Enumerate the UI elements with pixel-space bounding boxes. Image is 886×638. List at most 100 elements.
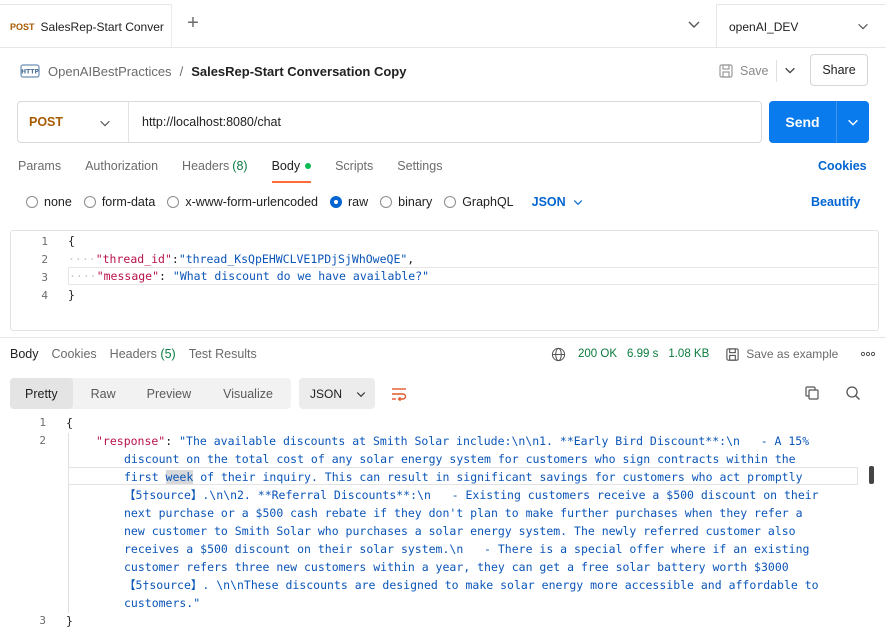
json-value: discount on the total cost of any solar … xyxy=(124,452,796,466)
breadcrumb: HTTP OpenAIBestPractices / SalesRep-Star… xyxy=(20,58,406,84)
radio-raw[interactable] xyxy=(330,196,342,208)
body-type-form-data[interactable]: form-data xyxy=(83,195,156,209)
tab-params-label: Params xyxy=(18,159,62,173)
http-request-icon: HTTP xyxy=(20,64,40,78)
tab-bar: POST SalesRep-Start Conver + openAI_DEV xyxy=(0,0,886,48)
chevron-down-icon[interactable] xyxy=(686,16,702,32)
body-type-graphql[interactable]: GraphQL xyxy=(444,195,514,209)
code-line: 3 xyxy=(11,268,51,286)
tab-settings-label: Settings xyxy=(397,159,443,173)
response-tab-headers-label: Headers xyxy=(109,347,157,361)
tab-params[interactable]: Params xyxy=(18,152,61,180)
body-type-options: none form-data x-www-form-urlencoded raw… xyxy=(26,192,584,212)
send-options-button[interactable] xyxy=(837,115,869,129)
chevron-down-icon xyxy=(858,23,868,30)
raw-format-label: JSON xyxy=(531,195,566,209)
environment-name: openAI_DEV xyxy=(729,19,799,34)
json-value-part: first xyxy=(124,470,166,484)
line-number: 2 xyxy=(41,252,48,266)
tab-method-badge: POST xyxy=(10,21,35,32)
json-value: next purchase or a $500 cash rebate if t… xyxy=(124,506,803,520)
tab-scripts[interactable]: Scripts xyxy=(335,152,373,180)
url-input[interactable] xyxy=(129,102,761,142)
request-title[interactable]: SalesRep-Start Conversation Copy xyxy=(191,64,406,79)
tab-settings[interactable]: Settings xyxy=(397,152,442,180)
line-number: 1 xyxy=(39,416,46,429)
method-select[interactable]: POST xyxy=(18,102,129,142)
response-meta: 200 OK 6.99 s 1.08 KB Save as example xyxy=(551,346,838,362)
body-type-raw-label: raw xyxy=(348,195,369,209)
view-pretty-button[interactable]: Pretty xyxy=(10,378,73,409)
tab-body[interactable]: Body xyxy=(271,152,312,183)
save-icon xyxy=(719,64,733,78)
response-tab-cookies[interactable]: Cookies xyxy=(52,347,97,361)
json-value: customer refers three new customers with… xyxy=(124,560,789,574)
view-visualize-button[interactable]: Visualize xyxy=(223,378,273,409)
save-button[interactable]: Save xyxy=(718,57,769,85)
json-value: first week of their inquiry. This can re… xyxy=(124,468,803,486)
new-tab-button[interactable]: + xyxy=(183,13,203,34)
breadcrumb-separator: / xyxy=(179,63,184,79)
environment-selector[interactable]: openAI_DEV xyxy=(716,4,886,48)
code-text: ····"thread_id":"thread_KsQpEHWCLVE1PDjS… xyxy=(68,252,414,266)
status-code[interactable]: 200 OK xyxy=(578,348,617,360)
body-modified-dot xyxy=(305,163,312,169)
response-headers-count: (5) xyxy=(160,347,176,361)
chevron-down-icon xyxy=(356,391,366,397)
json-colon: : xyxy=(165,434,180,448)
chevron-down-icon xyxy=(100,120,110,127)
response-size[interactable]: 1.08 KB xyxy=(668,348,709,360)
send-button[interactable]: Send xyxy=(769,101,869,143)
response-tab-headers[interactable]: Headers (5) xyxy=(110,347,176,361)
code-line: 1 { xyxy=(11,232,878,250)
radio-binary[interactable] xyxy=(380,196,393,208)
globe-icon[interactable] xyxy=(551,347,566,362)
body-type-urlencoded[interactable]: x-www-form-urlencoded xyxy=(167,195,318,209)
search-icon[interactable] xyxy=(845,385,861,401)
radio-urlencoded[interactable] xyxy=(167,196,180,208)
view-preview-button[interactable]: Preview xyxy=(147,378,191,409)
response-time[interactable]: 6.99 s xyxy=(627,348,658,360)
more-options-icon[interactable] xyxy=(860,349,876,359)
beautify-button[interactable]: Beautify xyxy=(811,195,860,209)
view-raw-button[interactable]: Raw xyxy=(91,378,116,409)
json-value: "What discount do we have available?" xyxy=(172,269,430,283)
headers-count: (8) xyxy=(232,159,248,173)
radio-graphql[interactable] xyxy=(444,196,457,208)
request-body-editor[interactable]: 1 { 2 ····"thread_id":"thread_KsQpEHWCLV… xyxy=(10,230,879,331)
response-tab-test-results[interactable]: Test Results xyxy=(189,347,257,361)
response-tab-body[interactable]: Body xyxy=(10,347,39,361)
json-value: receives a $500 discount on their solar … xyxy=(124,542,810,556)
tab-salesrep-start-conversation[interactable]: POST SalesRep-Start Conver xyxy=(0,4,172,48)
radio-form-data[interactable] xyxy=(83,196,96,208)
response-divider xyxy=(0,337,886,338)
code-text: } xyxy=(66,614,73,628)
request-tabs: Params Authorization Headers (8) Body Scr… xyxy=(18,152,466,183)
body-type-raw[interactable]: raw xyxy=(330,195,368,209)
json-value: 【5†source】.\n\n2. **Referral Discounts**… xyxy=(124,488,819,502)
indent-guide: ···· xyxy=(68,252,96,266)
copy-icon[interactable] xyxy=(804,385,820,401)
save-as-example-button[interactable]: Save as example xyxy=(725,347,838,362)
body-type-form-data-label: form-data xyxy=(101,195,156,209)
radio-none[interactable] xyxy=(26,196,38,208)
raw-format-select[interactable]: JSON xyxy=(532,195,584,209)
word-wrap-button[interactable] xyxy=(385,380,413,408)
body-type-none[interactable]: none xyxy=(26,195,72,209)
breadcrumb-collection[interactable]: OpenAIBestPractices xyxy=(48,64,172,79)
line-number: 4 xyxy=(41,288,48,302)
json-colon: : xyxy=(171,252,179,266)
json-value-part: of their inquiry. This can result in sig… xyxy=(200,470,803,484)
tab-headers[interactable]: Headers (8) xyxy=(182,152,248,180)
json-key: "message" xyxy=(96,269,160,283)
body-type-binary[interactable]: binary xyxy=(380,195,432,209)
code-line: 4 } xyxy=(11,286,878,304)
json-value: customers." xyxy=(124,596,201,610)
chevron-down-icon[interactable] xyxy=(783,63,797,77)
share-button[interactable]: Share xyxy=(810,54,868,86)
tab-authorization[interactable]: Authorization xyxy=(85,152,158,180)
json-value: "The available discounts at Smith Solar … xyxy=(179,434,810,448)
response-format-select[interactable]: JSON xyxy=(299,378,375,409)
cookies-link[interactable]: Cookies xyxy=(818,159,867,173)
tab-scripts-label: Scripts xyxy=(335,159,374,173)
